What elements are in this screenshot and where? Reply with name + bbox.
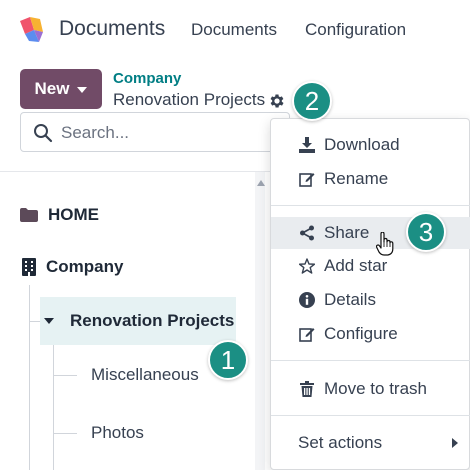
menu-divider bbox=[271, 205, 470, 206]
share-icon bbox=[298, 224, 316, 242]
gear-icon[interactable] bbox=[268, 92, 286, 110]
tree-item-label: Company bbox=[46, 257, 124, 276]
callout-badge-1: 1 bbox=[208, 340, 248, 380]
tree-item-company[interactable]: Company bbox=[22, 257, 123, 277]
callout-badge-2: 2 bbox=[292, 81, 332, 121]
tree-item-label: Photos bbox=[91, 423, 144, 442]
search-bar[interactable] bbox=[20, 112, 290, 152]
menu-item-add-star[interactable]: Add star bbox=[271, 250, 470, 282]
menu-divider bbox=[271, 360, 470, 361]
menu-item-label: Download bbox=[324, 135, 400, 154]
tree-item-label: Miscellaneous bbox=[91, 365, 199, 384]
tree-scrollbar[interactable] bbox=[255, 172, 265, 470]
menu-item-label: Move to trash bbox=[324, 379, 427, 398]
menu-item-label: Add star bbox=[324, 256, 388, 275]
breadcrumb-parent[interactable]: Company bbox=[113, 70, 181, 87]
tree-guide-line bbox=[53, 345, 54, 470]
menu-item-details[interactable]: Details bbox=[271, 284, 470, 316]
caret-right-icon bbox=[452, 438, 458, 448]
menu-item-configure[interactable]: Configure bbox=[271, 318, 470, 350]
app-title[interactable]: Documents bbox=[59, 17, 165, 41]
menu-item-move-to-trash[interactable]: Move to trash bbox=[271, 373, 470, 405]
tree-guide-line bbox=[53, 433, 77, 434]
download-icon bbox=[298, 136, 316, 154]
breadcrumb-current: Renovation Projects bbox=[113, 90, 266, 109]
hand-cursor-icon bbox=[376, 232, 394, 256]
search-icon bbox=[34, 124, 53, 143]
menu-item-label: Share bbox=[324, 223, 370, 242]
menu-item-label: Details bbox=[324, 290, 376, 309]
info-icon bbox=[298, 291, 316, 309]
tree-guide-line bbox=[29, 285, 30, 470]
documents-app-logo-icon[interactable] bbox=[17, 14, 47, 44]
edit-icon bbox=[298, 170, 316, 188]
star-icon bbox=[298, 257, 316, 275]
menu-item-label: Set actions bbox=[298, 433, 383, 452]
folder-icon bbox=[20, 208, 38, 222]
folder-actions-menu: Download Rename Share Add star Details C… bbox=[270, 118, 470, 470]
nav-documents[interactable]: Documents bbox=[191, 20, 277, 40]
menu-divider bbox=[271, 415, 470, 416]
menu-item-download[interactable]: Download bbox=[271, 129, 470, 161]
trash-icon bbox=[298, 380, 316, 398]
top-bar: Documents Documents Configuration bbox=[0, 0, 470, 60]
caret-down-icon[interactable] bbox=[44, 318, 54, 324]
tree-item-renovation-projects[interactable]: Renovation Projects bbox=[44, 311, 234, 331]
tree-item-label: HOME bbox=[48, 205, 99, 224]
nav-configuration[interactable]: Configuration bbox=[305, 20, 406, 40]
new-button-label: New bbox=[34, 79, 70, 98]
tree-guide-line bbox=[53, 375, 77, 376]
tree-item-photos[interactable]: Photos bbox=[91, 423, 144, 443]
callout-badge-3: 3 bbox=[406, 212, 446, 252]
building-icon bbox=[22, 258, 36, 276]
edit-icon bbox=[298, 325, 316, 343]
menu-item-label: Rename bbox=[324, 169, 389, 188]
tree-item-home[interactable]: HOME bbox=[20, 205, 99, 225]
menu-item-set-actions[interactable]: Set actions bbox=[271, 427, 470, 459]
menu-item-rename[interactable]: Rename bbox=[271, 163, 470, 195]
new-button[interactable]: New bbox=[20, 69, 102, 109]
tree-item-miscellaneous[interactable]: Miscellaneous bbox=[91, 365, 199, 385]
search-input[interactable] bbox=[61, 121, 281, 145]
tree-item-label: Renovation Projects bbox=[70, 311, 235, 330]
scroll-up-arrow-icon[interactable] bbox=[257, 180, 265, 186]
caret-down-icon bbox=[77, 87, 88, 93]
menu-item-label: Configure bbox=[324, 324, 398, 343]
